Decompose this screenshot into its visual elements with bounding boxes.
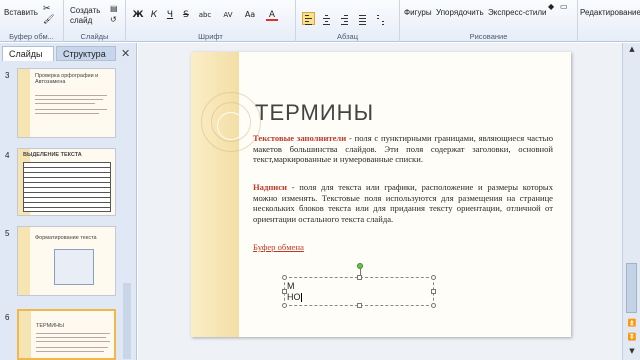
layout-icon[interactable]: ▤ xyxy=(110,4,118,13)
italic-button[interactable]: К xyxy=(148,9,160,21)
strikethrough-button[interactable]: S xyxy=(180,9,192,21)
new-slide-button[interactable]: Создать слайд xyxy=(70,6,100,26)
slide-number: 4 xyxy=(5,151,10,160)
editor-scrollbar[interactable]: ▲ ⏫ ⏬ ▼ xyxy=(622,43,640,360)
slide-number: 5 xyxy=(5,229,10,238)
term-textboxes: Надписи xyxy=(253,182,287,192)
slide-thumbnail-3[interactable]: Проверка орфографии и Автозамена xyxy=(17,68,116,138)
arrange-button[interactable]: Упорядочить xyxy=(436,8,484,17)
font-color-button[interactable]: A xyxy=(266,9,278,21)
bold-button[interactable]: Ж xyxy=(132,9,144,21)
thumbnail-title: ТЕРМИНЫ xyxy=(36,323,65,329)
editing-group: Редактирование xyxy=(578,0,640,42)
resize-handle[interactable] xyxy=(357,303,362,308)
scroll-thumb[interactable] xyxy=(626,263,637,313)
change-case-button[interactable]: Aa xyxy=(242,9,258,21)
editing-button[interactable]: Редактирование xyxy=(580,8,640,17)
textbox-line: М xyxy=(287,281,295,291)
shape-fill-icon[interactable]: ◆ xyxy=(548,2,554,11)
tab-slides[interactable]: Слайды xyxy=(2,46,54,61)
panel-scrollbar[interactable] xyxy=(123,283,131,359)
resize-handle[interactable] xyxy=(282,303,287,308)
slide-thumbnail-5[interactable]: Форматирование текста xyxy=(17,226,116,296)
slide-title[interactable]: ТЕРМИНЫ xyxy=(255,100,374,126)
definition-textboxes: - поля для текста или графики, расположе… xyxy=(253,182,553,224)
thumbnail-screenshot xyxy=(54,249,94,285)
slide-editor: ТЕРМИНЫ Текстовые заполнители - поля с п… xyxy=(138,43,622,360)
slides-panel: Слайды Структура ✕ 3 Проверка орфографии… xyxy=(0,43,137,360)
term-placeholders: Текстовые заполнители xyxy=(253,133,347,143)
reset-icon[interactable]: ↺ xyxy=(110,15,117,24)
thumbnail-title: ВЫДЕЛЕНИЕ ТЕКСТА xyxy=(23,152,82,158)
paragraph-group: Абзац xyxy=(296,0,400,42)
paragraph-group-label: Абзац xyxy=(336,32,359,41)
font-group-label: Шрифт xyxy=(198,32,223,41)
slide-thumbnail-6[interactable]: ТЕРМИНЫ xyxy=(17,309,116,360)
close-icon[interactable]: ✕ xyxy=(121,47,130,60)
slides-group-label: Слайды xyxy=(80,32,109,41)
resize-handle[interactable] xyxy=(431,275,436,280)
char-spacing-button[interactable]: AV xyxy=(220,9,236,21)
next-slide-icon[interactable]: ⏬ xyxy=(626,333,638,343)
tab-outline[interactable]: Структура xyxy=(56,46,116,61)
format-painter-icon[interactable]: 🖌 xyxy=(43,14,54,25)
drawing-group-label: Рисование xyxy=(469,32,508,41)
thumbnail-title: Проверка орфографии и Автозамена xyxy=(35,73,99,85)
resize-handle[interactable] xyxy=(431,289,436,294)
paragraph-textboxes[interactable]: Надписи - поля для текста или графики, р… xyxy=(253,182,553,224)
quick-styles-button[interactable]: Экспресс-стили xyxy=(488,8,547,17)
paragraph-placeholders[interactable]: Текстовые заполнители - поля с пунктирны… xyxy=(253,133,553,165)
shapes-button[interactable]: Фигуры xyxy=(404,8,432,17)
clipboard-hyperlink[interactable]: Буфер обмена xyxy=(253,242,304,252)
resize-handle[interactable] xyxy=(282,275,287,280)
text-caret xyxy=(300,293,302,303)
drawing-group: Фигуры Упорядочить Экспресс-стили ◆ ▭ Ри… xyxy=(400,0,578,42)
rotate-handle[interactable] xyxy=(357,263,363,269)
align-right-button[interactable] xyxy=(338,12,351,25)
selected-textbox[interactable]: М НО xyxy=(282,263,436,308)
shape-outline-icon[interactable]: ▭ xyxy=(560,2,568,11)
cut-icon[interactable]: ✂ xyxy=(43,3,51,14)
slides-group: Создать слайд ▤ ↺ Слайды xyxy=(64,0,126,42)
clipboard-group: Вставить ✂ 🖌 Буфер обм... xyxy=(0,0,64,42)
thumbnail-title: Форматирование текста xyxy=(35,235,97,241)
clipboard-group-label: Буфер обм... xyxy=(9,32,54,41)
thumbnail-table xyxy=(23,162,111,212)
align-center-button[interactable] xyxy=(320,12,333,25)
scroll-up-icon[interactable]: ▲ xyxy=(626,45,638,55)
slide-number: 6 xyxy=(5,313,10,322)
justify-button[interactable] xyxy=(356,12,369,25)
slide-number: 3 xyxy=(5,71,10,80)
previous-slide-icon[interactable]: ⏫ xyxy=(626,319,638,329)
ribbon: Вставить ✂ 🖌 Буфер обм... Создать слайд … xyxy=(0,0,640,42)
textbox-line: НО xyxy=(287,292,302,303)
decoration-circle xyxy=(217,112,245,140)
resize-handle[interactable] xyxy=(357,275,362,280)
underline-button[interactable]: Ч xyxy=(164,9,176,21)
columns-button[interactable] xyxy=(374,12,387,25)
resize-handle[interactable] xyxy=(431,303,436,308)
current-slide[interactable]: ТЕРМИНЫ Текстовые заполнители - поля с п… xyxy=(191,52,571,337)
scroll-down-icon[interactable]: ▼ xyxy=(626,347,638,357)
align-left-button[interactable] xyxy=(302,12,315,25)
paste-button[interactable]: Вставить xyxy=(4,8,38,17)
shadow-button[interactable]: abc xyxy=(196,9,214,21)
slide-thumbnail-4[interactable]: ВЫДЕЛЕНИЕ ТЕКСТА xyxy=(17,148,116,216)
font-group: Ж К Ч S abc AV Aa A Шрифт xyxy=(126,0,296,42)
